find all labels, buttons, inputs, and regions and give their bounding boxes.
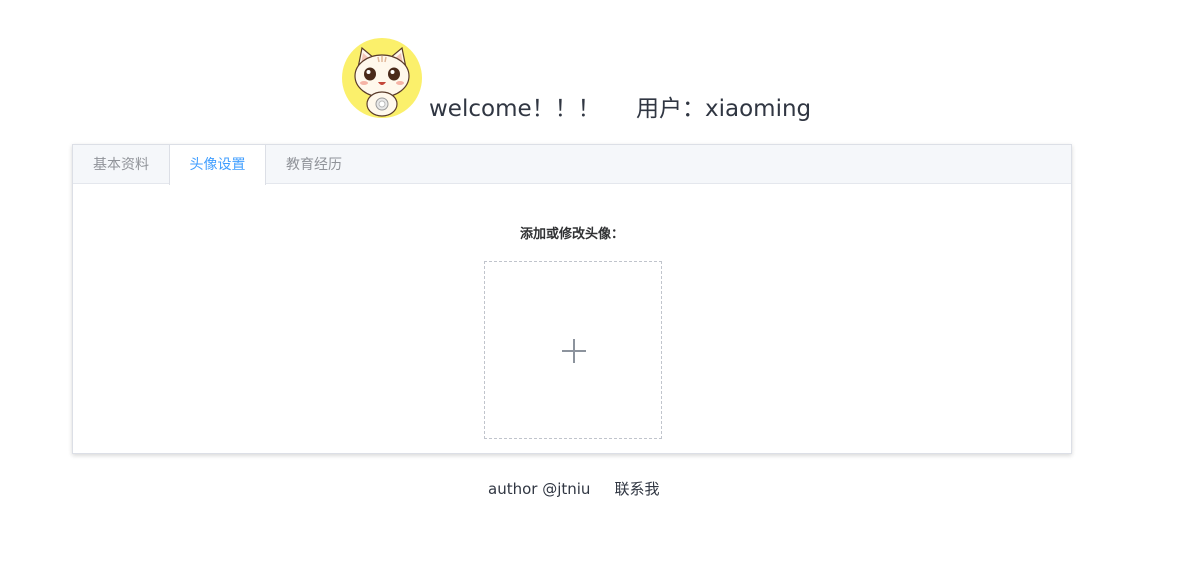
tab-avatar-settings[interactable]: 头像设置 — [169, 145, 266, 185]
username-label: 用户：xiaoming — [636, 96, 812, 122]
footer: author @jtniu 联系我 — [488, 478, 659, 499]
tab-basic-info[interactable]: 基本资料 — [73, 145, 169, 184]
author-credit: author @jtniu — [488, 480, 591, 498]
tab-education[interactable]: 教育经历 — [266, 145, 362, 184]
page: welcome！！！ 用户：xiaoming 基本资料 头像设置 教育经历 添加… — [0, 0, 1191, 581]
plus-icon — [562, 339, 586, 363]
welcome-message: welcome！！！ — [429, 96, 601, 122]
tab-bar: 基本资料 头像设置 教育经历 — [73, 145, 1071, 185]
avatar-upload-button[interactable] — [484, 261, 662, 439]
profile-card: 基本资料 头像设置 教育经历 添加或修改头像： — [72, 144, 1072, 454]
contact-link[interactable]: 联系我 — [614, 480, 659, 498]
cat-avatar-icon — [342, 38, 422, 118]
avatar-section-label: 添加或修改头像： — [519, 227, 624, 242]
